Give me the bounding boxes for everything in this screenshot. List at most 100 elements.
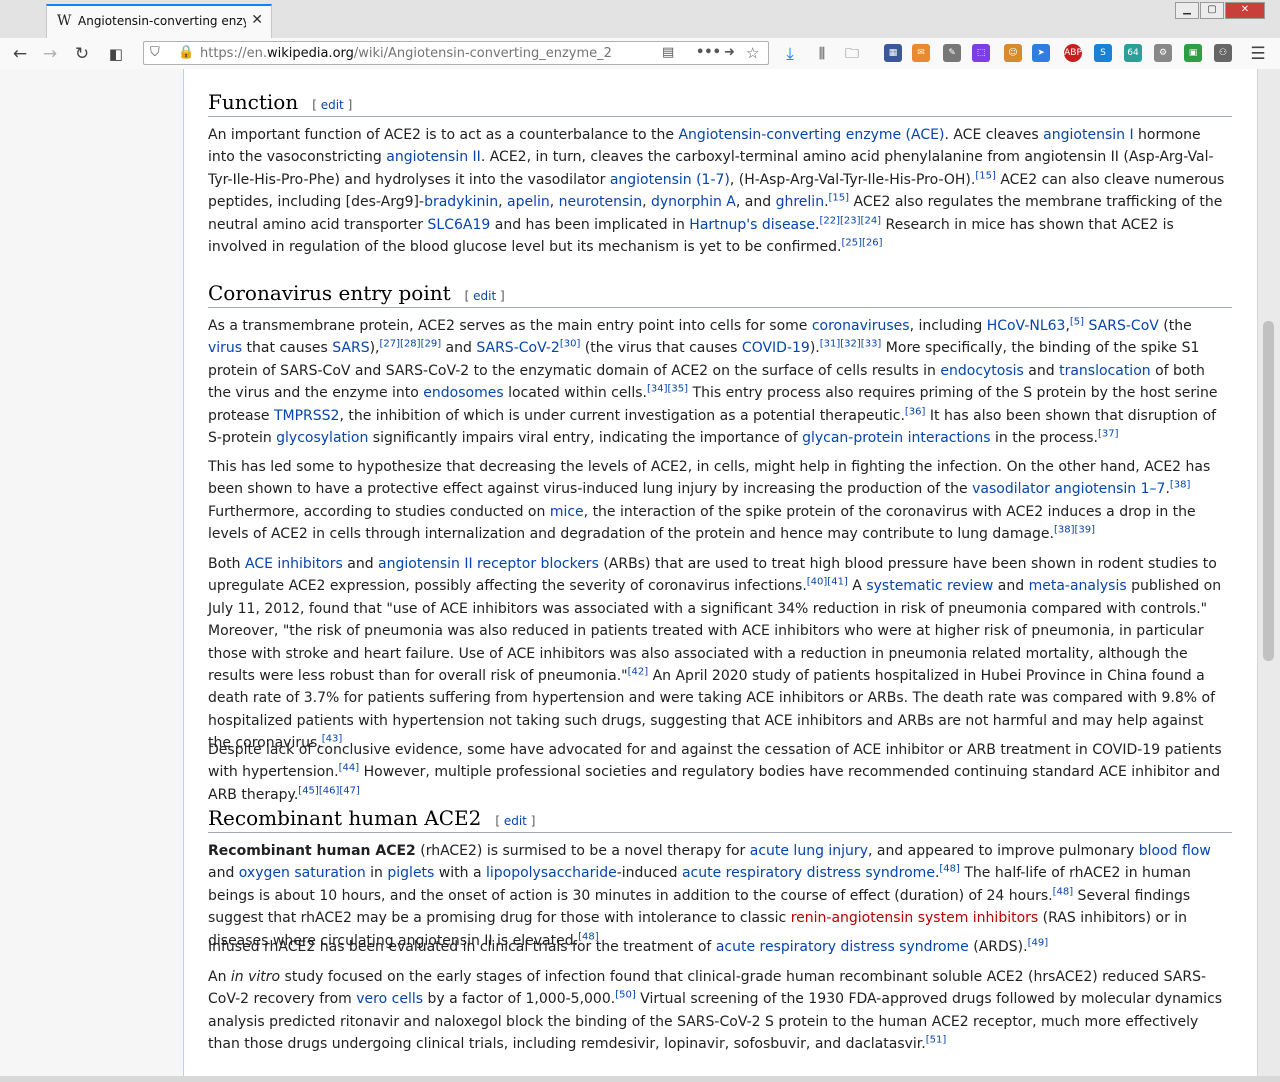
citation-link[interactable]: [27][28][29]: [380, 339, 442, 350]
citation-link[interactable]: [5]: [1070, 316, 1084, 327]
wiki-link[interactable]: ACE inhibitors: [245, 556, 343, 572]
wiki-link[interactable]: mice: [550, 504, 584, 520]
sidebar-toggle-icon[interactable]: ◧: [104, 42, 128, 66]
wiki-link[interactable]: apelin: [507, 194, 550, 210]
wiki-link[interactable]: neurotensin: [559, 194, 642, 210]
wiki-link[interactable]: acute respiratory distress syndrome: [716, 939, 969, 955]
reader-view-icon[interactable]: ▤: [662, 45, 674, 60]
eyedropper-extension-icon[interactable]: ✎: [943, 44, 961, 62]
wiki-link[interactable]: angiotensin 1–7: [1054, 481, 1165, 497]
wiki-link[interactable]: SARS-CoV: [1089, 318, 1159, 334]
lock-icon[interactable]: 🔒: [178, 45, 194, 60]
wiki-link[interactable]: systematic review: [866, 578, 993, 594]
citation-link[interactable]: [30]: [560, 339, 581, 350]
library-icon[interactable]: ⫼: [810, 42, 834, 66]
page-actions-menu-icon[interactable]: •••: [696, 45, 721, 60]
hamburger-menu-icon[interactable]: ☰: [1246, 42, 1270, 66]
citation-link[interactable]: [50]: [615, 990, 636, 1001]
wiki-link[interactable]: vasodilator: [972, 481, 1050, 497]
s-extension-icon[interactable]: S: [1094, 44, 1112, 62]
citation-link[interactable]: [45][46][47]: [298, 785, 360, 796]
citation-link[interactable]: [49]: [1028, 937, 1049, 948]
wiki-link[interactable]: COVID-19: [742, 340, 810, 356]
tab-close-icon[interactable]: ✕: [251, 12, 263, 28]
save-extension-icon[interactable]: ▣: [1184, 44, 1202, 62]
wiki-link[interactable]: piglets: [387, 865, 434, 881]
forward-arrow-icon[interactable]: →: [38, 42, 62, 66]
citation-link[interactable]: [44]: [339, 763, 360, 774]
wiki-link[interactable]: bradykinin: [424, 194, 498, 210]
citation-link[interactable]: [15]: [829, 193, 850, 204]
browser-tab[interactable]: W Angiotensin-converting enzyme 2 ✕: [46, 4, 272, 38]
address-bar[interactable]: ⛉ 🔒 https://en.wikipedia.org/wiki/Angiot…: [143, 41, 769, 65]
citation-link[interactable]: [36]: [905, 406, 926, 417]
bookmark-star-icon[interactable]: ☆: [746, 44, 759, 62]
wiki-link[interactable]: meta-analysis: [1029, 578, 1127, 594]
citation-link[interactable]: [22][23][24]: [820, 215, 882, 226]
wiki-link[interactable]: lipopolysaccharide: [486, 865, 617, 881]
wiki-link[interactable]: glycan-protein interactions: [802, 430, 991, 446]
cursor-extension-icon[interactable]: ➤: [1032, 44, 1050, 62]
edit-link[interactable]: edit: [321, 98, 344, 112]
wiki-link[interactable]: endosomes: [423, 385, 503, 401]
vertical-scrollbar[interactable]: [1257, 69, 1280, 1076]
shield-icon[interactable]: ⛉: [150, 45, 160, 60]
wiki-link[interactable]: translocation: [1059, 363, 1151, 379]
citation-link[interactable]: [48]: [1053, 886, 1074, 897]
citation-link[interactable]: [37]: [1098, 428, 1119, 439]
citation-link[interactable]: [25][26]: [841, 237, 882, 248]
citation-link[interactable]: [34][35]: [647, 384, 688, 395]
user-extension-icon[interactable]: ⚇: [1214, 44, 1232, 62]
wiki-link[interactable]: acute lung injury: [750, 843, 868, 859]
citation-link[interactable]: [51]: [926, 1035, 947, 1046]
maximize-window-icon[interactable]: ▢: [1200, 2, 1224, 19]
citation-link[interactable]: [15]: [975, 170, 996, 181]
wiki-link[interactable]: glycosylation: [276, 430, 368, 446]
wiki-link[interactable]: angiotensin I: [1043, 127, 1133, 143]
wiki-link[interactable]: coronaviruses: [812, 318, 910, 334]
gear-extension-icon[interactable]: ⚙: [1154, 44, 1172, 62]
url-text[interactable]: https://en.wikipedia.org/wiki/Angiotensi…: [200, 46, 612, 61]
wiki-link[interactable]: Angiotensin-converting enzyme (ACE): [678, 127, 944, 143]
citation-link[interactable]: [38]: [1170, 480, 1191, 491]
wiki-link[interactable]: blood flow: [1139, 843, 1211, 859]
wiki-link[interactable]: Hartnup's disease: [689, 217, 815, 233]
wiki-link[interactable]: oxygen saturation: [239, 865, 366, 881]
translate-extension-icon[interactable]: ✉: [912, 44, 930, 62]
wiki-link[interactable]: angiotensin II: [386, 149, 481, 165]
wiki-link[interactable]: acute respiratory distress syndrome: [682, 865, 935, 881]
cube-extension-icon[interactable]: 64: [1124, 44, 1142, 62]
minimize-window-icon[interactable]: ▁: [1175, 2, 1199, 19]
back-arrow-icon[interactable]: ←: [8, 42, 32, 66]
wiki-link[interactable]: angiotensin II receptor blockers: [378, 556, 599, 572]
monkey-extension-icon[interactable]: ☺: [1004, 44, 1022, 62]
wiki-link[interactable]: TMPRSS2: [274, 408, 339, 424]
scrollbar-thumb[interactable]: [1263, 321, 1274, 661]
citation-link[interactable]: [38][39]: [1054, 525, 1095, 536]
wiki-link[interactable]: HCoV-NL63: [987, 318, 1066, 334]
screenshot-extension-icon[interactable]: ⬚: [972, 44, 990, 62]
wiki-link[interactable]: virus: [208, 340, 242, 356]
wiki-link[interactable]: angiotensin (1-7): [610, 172, 730, 188]
downloads-icon[interactable]: ⤓: [778, 42, 802, 66]
edit-link[interactable]: edit: [473, 289, 496, 303]
wiki-link[interactable]: SARS: [332, 340, 369, 356]
adblock-plus-icon[interactable]: ABP: [1064, 44, 1082, 62]
wiki-link[interactable]: renin-angiotensin system inhibitors: [791, 910, 1039, 926]
reload-icon[interactable]: ↻: [70, 42, 94, 66]
folder-download-icon[interactable]: 🗀: [840, 42, 864, 66]
citation-link[interactable]: [31][32][33]: [820, 339, 882, 350]
wiki-link[interactable]: endocytosis: [940, 363, 1023, 379]
close-window-icon[interactable]: ✕: [1225, 2, 1265, 19]
citation-link[interactable]: [40][41]: [807, 577, 848, 588]
send-to-device-icon[interactable]: ➜: [724, 45, 735, 60]
qr-code-extension-icon[interactable]: ▦: [884, 44, 902, 62]
edit-link[interactable]: edit: [504, 814, 527, 828]
wiki-link[interactable]: SARS-CoV-2: [476, 340, 559, 356]
citation-link[interactable]: [42]: [628, 666, 649, 677]
wiki-link[interactable]: dynorphin A: [651, 194, 736, 210]
wiki-link[interactable]: vero cells: [356, 991, 423, 1007]
citation-link[interactable]: [48]: [939, 864, 960, 875]
wiki-link[interactable]: ghrelin: [776, 194, 824, 210]
wiki-link[interactable]: SLC6A19: [428, 217, 491, 233]
